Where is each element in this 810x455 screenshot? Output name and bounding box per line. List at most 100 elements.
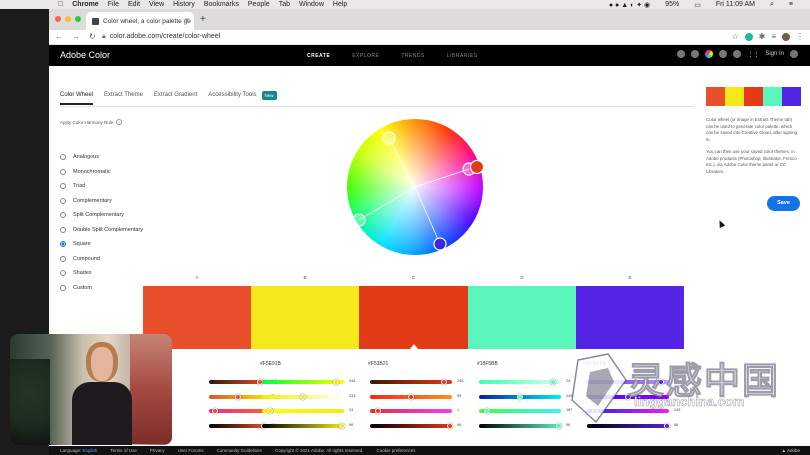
swatch-b[interactable] — [251, 286, 359, 349]
harmony-option-compound[interactable]: Compound — [60, 252, 143, 267]
harmony-option-square[interactable]: Square — [60, 237, 143, 252]
radio-button[interactable] — [60, 226, 66, 233]
close-window-button[interactable] — [55, 16, 61, 22]
minimize-window-button[interactable] — [65, 16, 71, 22]
slider-track[interactable] — [479, 380, 561, 384]
bookmark-star-icon[interactable]: ☆ — [731, 32, 738, 41]
radio-button[interactable] — [60, 284, 66, 291]
help-icon[interactable] — [719, 50, 728, 58]
color-wheel-icon[interactable] — [705, 50, 714, 58]
user-icon[interactable] — [790, 50, 798, 58]
footer-forums[interactable]: User Forums — [178, 448, 204, 453]
radio-button[interactable] — [60, 212, 66, 219]
status-icons[interactable]: ● ● ▲ ◐ ✦ ◉ — [609, 1, 650, 9]
language-selector[interactable]: English — [83, 448, 98, 453]
wheel-handle-a[interactable] — [382, 131, 396, 145]
menu-edit[interactable]: Edit — [128, 1, 140, 8]
slider-handle[interactable] — [517, 393, 523, 400]
menu-history[interactable]: History — [173, 1, 195, 8]
slider-track[interactable] — [209, 423, 266, 428]
slider-track[interactable] — [262, 380, 344, 384]
nav-libraries[interactable]: LIBRARIES — [447, 53, 478, 59]
address-bar[interactable]: 🔒︎ color.adobe.com/create/color-wheel — [102, 33, 220, 41]
radio-button[interactable] — [60, 197, 66, 204]
footer-privacy[interactable]: Privacy — [150, 448, 165, 453]
forward-icon[interactable]: → — [72, 32, 80, 41]
slider-track[interactable] — [479, 423, 561, 428]
slider-handle[interactable] — [234, 393, 241, 400]
contrast-icon[interactable] — [691, 50, 700, 58]
slider-handle[interactable] — [338, 422, 345, 429]
slider-track[interactable] — [262, 423, 344, 428]
menu-window[interactable]: Window — [299, 1, 324, 8]
menu-file[interactable]: File — [108, 1, 119, 8]
swatch-e[interactable] — [576, 286, 684, 349]
harmony-option-triad[interactable]: Triad — [60, 179, 143, 194]
slider-handle[interactable] — [332, 379, 339, 385]
notifications-icon[interactable] — [733, 50, 742, 58]
harmony-option-monochromatic[interactable]: Monochromatic — [60, 165, 143, 180]
adobe-logo[interactable]: ▲ Adobe — [782, 448, 800, 453]
wheel-handle-d[interactable] — [352, 213, 366, 227]
zoom-window-button[interactable] — [75, 16, 81, 22]
back-icon[interactable]: ← — [55, 32, 63, 41]
browser-tab[interactable]: Color wheel, a color palette ge × — [86, 12, 194, 30]
harmony-option-split-complementary[interactable]: Split Complementary — [60, 208, 143, 223]
radio-button[interactable] — [60, 241, 66, 248]
settings-icon[interactable] — [677, 50, 686, 58]
nav-explore[interactable]: EXPLORE — [352, 53, 379, 59]
menu-people[interactable]: People — [248, 1, 270, 8]
close-tab-icon[interactable]: × — [185, 17, 189, 24]
media-icon[interactable]: ≡ — [771, 32, 776, 41]
slider-handle[interactable] — [549, 379, 556, 385]
slider-handle[interactable] — [408, 393, 414, 400]
more-menu-icon[interactable]: ⋮ — [796, 32, 804, 41]
extension-icon[interactable] — [744, 32, 753, 41]
radio-button[interactable] — [60, 183, 66, 190]
slider-handle[interactable] — [375, 408, 382, 414]
clock[interactable]: Fri 11:09 AM — [716, 1, 755, 8]
extensions-puzzle-icon[interactable]: ✱ — [759, 32, 766, 41]
tab-accessibility-tools[interactable]: Accessibility Tools — [208, 92, 256, 98]
footer-cookies[interactable]: Cookie preferences — [377, 448, 416, 453]
control-center-icon[interactable]: ≡ — [789, 1, 793, 8]
slider-handle[interactable] — [211, 408, 218, 414]
harmony-option-double-split-complementary[interactable]: Double Split Complementary — [60, 223, 143, 238]
slider-handle[interactable] — [555, 422, 562, 429]
hex-value[interactable]: #F5E91B — [251, 361, 359, 367]
harmony-option-analogous[interactable]: Analogous — [60, 150, 143, 165]
hex-value[interactable]: #18F5BB — [468, 361, 576, 367]
slider-handle[interactable] — [446, 422, 453, 429]
slider-track[interactable] — [370, 409, 452, 413]
brand-logo[interactable]: Adobe Color — [60, 50, 110, 60]
menu-bookmarks[interactable]: Bookmarks — [204, 1, 239, 8]
wheel-handle-c[interactable] — [433, 237, 447, 251]
new-tab-button[interactable]: + — [200, 14, 206, 25]
slider-track[interactable] — [479, 409, 561, 413]
hex-value[interactable]: #F53B21 — [359, 361, 468, 367]
slider-handle[interactable] — [484, 408, 491, 414]
tab-extract-gradient[interactable]: Extract Gradient — [154, 92, 197, 98]
radio-button[interactable] — [60, 154, 66, 161]
swatch-d[interactable] — [468, 286, 576, 349]
menu-chrome[interactable]: Chrome — [72, 1, 98, 8]
slider-handle[interactable] — [440, 379, 447, 385]
radio-button[interactable] — [60, 255, 66, 262]
menu-tab[interactable]: Tab — [279, 1, 290, 8]
nav-create[interactable]: CREATE — [307, 53, 330, 59]
radio-button[interactable] — [60, 270, 66, 277]
search-icon[interactable]: ⌕ — [770, 1, 774, 9]
sign-in-link[interactable]: Sign In — [765, 51, 784, 57]
slider-track[interactable] — [262, 409, 344, 413]
slider-track[interactable] — [370, 423, 452, 428]
radio-button[interactable] — [60, 168, 66, 175]
tab-extract-theme[interactable]: Extract Theme — [104, 92, 143, 98]
tab-color-wheel[interactable]: Color Wheel — [60, 92, 94, 105]
save-button[interactable]: Save — [767, 196, 800, 211]
apple-icon[interactable]:  — [58, 1, 63, 8]
harmony-option-shades[interactable]: Shades — [60, 266, 143, 281]
slider-track[interactable] — [370, 380, 452, 384]
nav-trends[interactable]: TRENDS — [401, 53, 425, 59]
apps-grid-icon[interactable]: ⋮⋮ — [747, 51, 759, 58]
slider-handle[interactable] — [300, 393, 306, 400]
